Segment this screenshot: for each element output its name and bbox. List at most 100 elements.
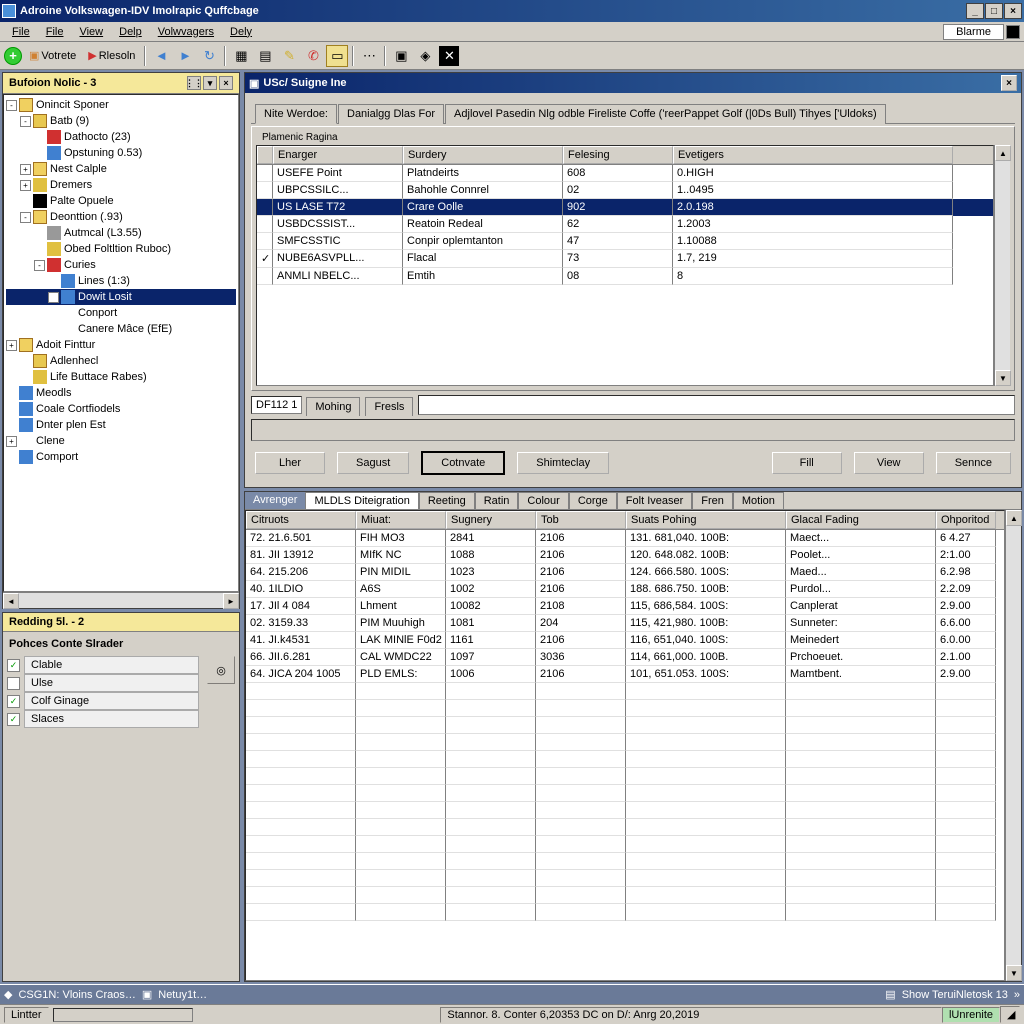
tree-node[interactable]: +Nest Calple bbox=[6, 161, 236, 177]
shimteclay-button[interactable]: Shimteclay bbox=[517, 452, 609, 474]
tree-node[interactable]: Dathocto (23) bbox=[6, 129, 236, 145]
tree-node[interactable]: +Adoit Finttur bbox=[6, 337, 236, 353]
cotnvate-button[interactable]: Cotnvate bbox=[421, 451, 505, 475]
tree-node[interactable]: Opstuning 0.53) bbox=[6, 145, 236, 161]
tree-node[interactable]: Meodls bbox=[6, 385, 236, 401]
tool3-icon[interactable]: ✎ bbox=[278, 45, 300, 67]
bottom-vscroll[interactable]: ▲▼ bbox=[1005, 510, 1021, 981]
col-header[interactable]: Sugnery bbox=[446, 511, 536, 529]
col-header[interactable]: Enarger bbox=[273, 146, 403, 164]
sennce-button[interactable]: Sennce bbox=[936, 452, 1011, 474]
refresh-icon[interactable]: ↻ bbox=[198, 45, 220, 67]
col-header[interactable]: Glacal Fading bbox=[786, 511, 936, 529]
table-row[interactable]: 41. JI.k4531LAK MINlE F0d211612106116, 6… bbox=[246, 632, 1004, 649]
tree-node[interactable]: Lines (1:3) bbox=[6, 273, 236, 289]
btab-folt[interactable]: Folt Iveaser bbox=[617, 492, 692, 509]
tree-node[interactable]: Adlenhecl bbox=[6, 353, 236, 369]
nav-back-icon[interactable]: ◄ bbox=[150, 45, 172, 67]
col-header[interactable]: Tob bbox=[536, 511, 626, 529]
tree-node[interactable]: Dnter plen Est bbox=[6, 417, 236, 433]
table-row[interactable]: SMFCSSTICConpir oplemtanton471.10088 bbox=[257, 233, 993, 250]
bottom-lead[interactable]: Avrenger bbox=[245, 492, 305, 509]
tree-node[interactable]: -Deonttion (.93) bbox=[6, 209, 236, 225]
menu-volwvagers[interactable]: Volwvagers bbox=[150, 24, 222, 40]
btab-colour[interactable]: Colour bbox=[518, 492, 568, 509]
tab-nite[interactable]: Nite Werdoe: bbox=[255, 104, 337, 124]
col-header[interactable]: Evetigers bbox=[673, 146, 953, 164]
table-row[interactable]: 40. 1ILDIOA6S10022106188. 686.750. 100B:… bbox=[246, 581, 1004, 598]
table-row[interactable]: ✓NUBE6ASVPLL...Flacal731.7, 219 bbox=[257, 250, 993, 268]
nav-fwd-icon[interactable]: ► bbox=[174, 45, 196, 67]
tree-node[interactable]: Autmcal (L3.55) bbox=[6, 225, 236, 241]
tree-node[interactable]: Conport bbox=[6, 305, 236, 321]
bottom-grid[interactable]: CitruotsMiuat:SugneryTobSuats PohingGlac… bbox=[245, 510, 1005, 981]
panel-opts-icon[interactable]: ⋮⋮ bbox=[187, 76, 201, 90]
col-header[interactable]: Suats Pohing bbox=[626, 511, 786, 529]
maximize-button[interactable]: □ bbox=[985, 3, 1003, 19]
col-header[interactable]: Miuat: bbox=[356, 511, 446, 529]
subwindow-grid[interactable]: EnargerSurderyFelesingEvetigers USEFE Po… bbox=[256, 145, 994, 386]
tool2-icon[interactable]: ▤ bbox=[254, 45, 276, 67]
table-row[interactable]: 72. 21.6.501FIH MO328412106131. 681,040.… bbox=[246, 530, 1004, 547]
sagust-button[interactable]: Sagust bbox=[337, 452, 409, 474]
sub-blank-field[interactable] bbox=[418, 395, 1015, 415]
status1-l1[interactable]: CSG1N: Vloins Craos… bbox=[18, 989, 135, 1001]
btab-fren[interactable]: Fren bbox=[692, 492, 733, 509]
status2-r[interactable]: lUnrenite bbox=[942, 1007, 1000, 1023]
btab-motion[interactable]: Motion bbox=[733, 492, 784, 509]
check-item[interactable]: ✓Slaces bbox=[7, 710, 199, 728]
table-row[interactable]: USBDCSSIST...Reatoin Redeal621.2003 bbox=[257, 216, 993, 233]
btab-corge[interactable]: Corge bbox=[569, 492, 617, 509]
btab-reeting[interactable]: Reeting bbox=[419, 492, 475, 509]
tab-danialgg[interactable]: Danialgg Dlas For bbox=[338, 104, 444, 124]
lher-button[interactable]: Lher bbox=[255, 452, 325, 474]
subtab-fresls[interactable]: Fresls bbox=[365, 397, 413, 416]
tree-node[interactable]: +Clene bbox=[6, 433, 236, 449]
panel-pin-icon[interactable]: ▾ bbox=[203, 76, 217, 90]
check-item[interactable]: ✓Clable bbox=[7, 656, 199, 674]
col-header[interactable]: Citruots bbox=[246, 511, 356, 529]
nesoln-button[interactable]: ▶Rlesoln bbox=[83, 46, 140, 65]
tree-node[interactable]: +Dowit Losit bbox=[6, 289, 236, 305]
col-header[interactable]: Ohporitod bbox=[936, 511, 996, 529]
tool8-icon[interactable]: ✕ bbox=[438, 45, 460, 67]
col-header[interactable]: Surdery bbox=[403, 146, 563, 164]
tool5-icon[interactable]: ▭ bbox=[326, 45, 348, 67]
tree-node[interactable]: +Dremers bbox=[6, 177, 236, 193]
tree-view[interactable]: -Onincit Sponer-Batb (9)Dathocto (23)Ops… bbox=[3, 94, 239, 592]
minimize-button[interactable]: _ bbox=[966, 3, 984, 19]
dots-icon[interactable]: ⋯ bbox=[358, 45, 380, 67]
check-item[interactable]: Ulse bbox=[7, 674, 199, 692]
col-header[interactable] bbox=[257, 146, 273, 164]
tool7-icon[interactable]: ◈ bbox=[414, 45, 436, 67]
menu-dely[interactable]: Dely bbox=[222, 24, 260, 40]
table-row[interactable]: 64. 215.206PIN MIDIL10232106124. 666.580… bbox=[246, 564, 1004, 581]
grid-vscroll[interactable]: ▲▼ bbox=[994, 145, 1010, 386]
votrete-button[interactable]: ▣Votrete bbox=[24, 46, 81, 65]
tree-hscroll[interactable]: ◄► bbox=[3, 592, 239, 608]
col-header[interactable]: Felesing bbox=[563, 146, 673, 164]
redding-side-button[interactable]: ◎ bbox=[207, 656, 235, 684]
menu-view[interactable]: View bbox=[71, 24, 111, 40]
tree-node[interactable]: Canere Mâce (EfE) bbox=[6, 321, 236, 337]
table-row[interactable]: 17. JIl 4 084Lhment100822108115, 686,584… bbox=[246, 598, 1004, 615]
tree-node[interactable]: -Batb (9) bbox=[6, 113, 236, 129]
tool4-icon[interactable]: ✆ bbox=[302, 45, 324, 67]
tree-node[interactable]: Obed Foltltion Ruboc) bbox=[6, 241, 236, 257]
check-item[interactable]: ✓Colf Ginage bbox=[7, 692, 199, 710]
tree-node[interactable]: Life Buttace Rabes) bbox=[6, 369, 236, 385]
tab-adjlovel[interactable]: Adjlovel Pasedin Nlg odble Fireliste Cof… bbox=[445, 104, 886, 124]
table-row[interactable]: 81. JII 13912MIfK NC10882106120. 648.082… bbox=[246, 547, 1004, 564]
table-row[interactable]: USEFE PointPlatndeirts6080.HIGH bbox=[257, 165, 993, 182]
btab-mldls[interactable]: MLDLS Diteigration bbox=[305, 492, 418, 509]
tree-node[interactable]: -Onincit Sponer bbox=[6, 97, 236, 113]
table-row[interactable]: 66. JII.6.281CAL WMDC2210973036114, 661,… bbox=[246, 649, 1004, 666]
tool1-icon[interactable]: ▦ bbox=[230, 45, 252, 67]
subtab-mohing[interactable]: Mohing bbox=[306, 397, 360, 416]
table-row[interactable]: 64. JICA 204 1005PLD EMLS:10062106101, 6… bbox=[246, 666, 1004, 683]
btab-ratin[interactable]: Ratin bbox=[475, 492, 519, 509]
table-row[interactable]: UBPCSSILC...Bahohle Connrel021..0495 bbox=[257, 182, 993, 199]
edge-dark-icon[interactable] bbox=[1006, 25, 1020, 39]
tree-node[interactable]: -Curies bbox=[6, 257, 236, 273]
status1-l2[interactable]: Netuy1t… bbox=[158, 989, 207, 1001]
